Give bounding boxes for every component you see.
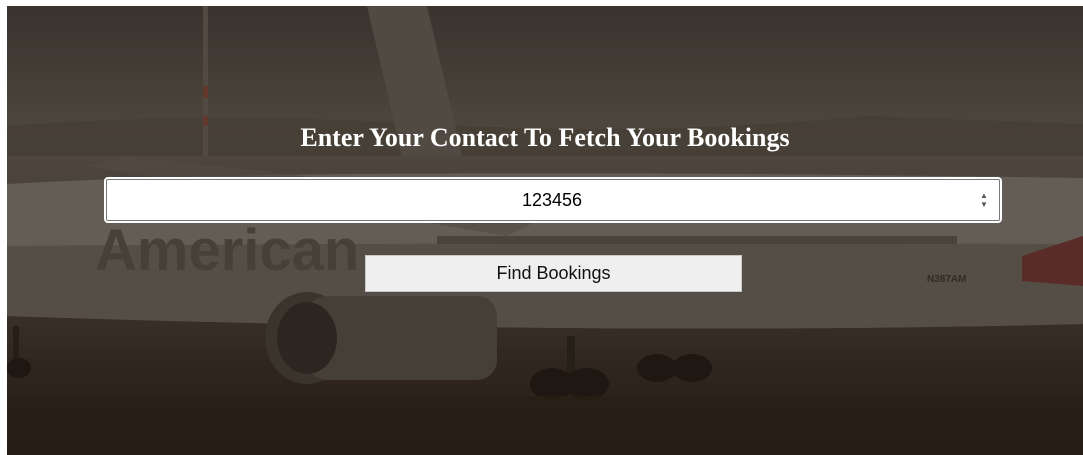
booking-lookup-page: American N387AM Enter Your Contact To Fe… <box>7 6 1083 455</box>
spin-up-icon[interactable]: ▲ <box>980 191 988 200</box>
find-bookings-button[interactable]: Find Bookings <box>365 255 742 292</box>
number-spinner[interactable]: ▲ ▼ <box>977 189 991 211</box>
spin-down-icon[interactable]: ▼ <box>980 200 988 209</box>
contact-number-field[interactable]: ▲ ▼ <box>104 177 1002 223</box>
background-dim-overlay <box>7 6 1083 455</box>
page-title: Enter Your Contact To Fetch Your Booking… <box>300 123 790 152</box>
contact-input[interactable] <box>107 180 977 220</box>
